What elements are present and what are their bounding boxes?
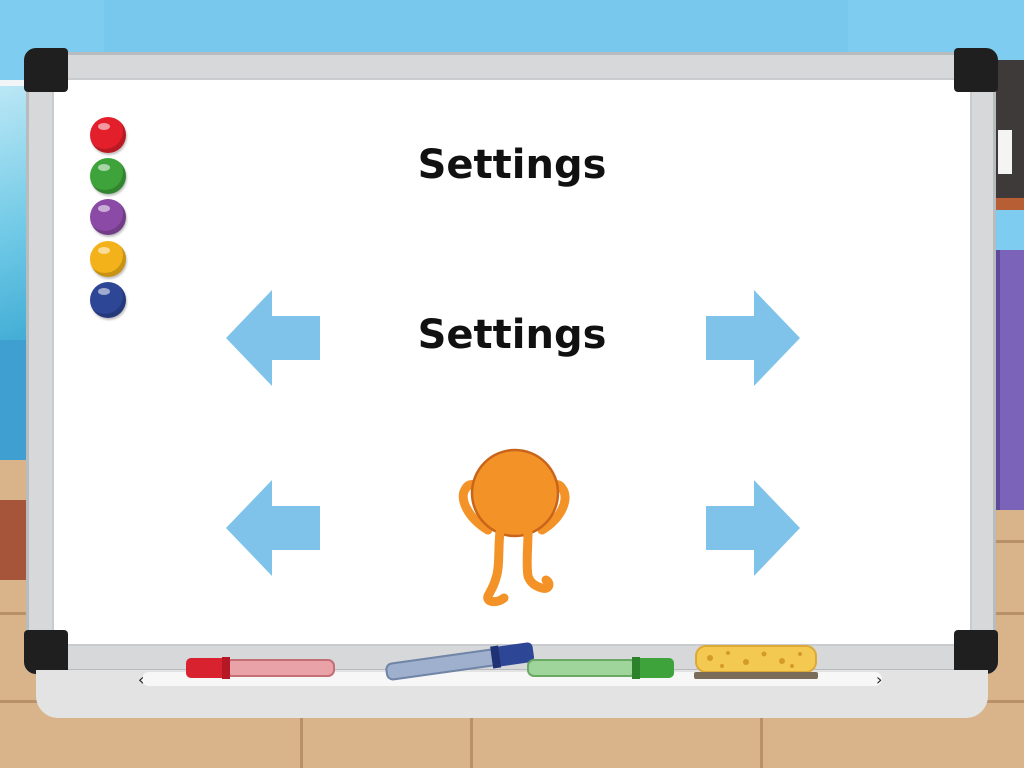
tray-right-end: ›: [876, 670, 883, 689]
right-arrow-icon[interactable]: [704, 480, 800, 576]
left-arrow-icon[interactable]: [226, 290, 322, 386]
frame-corner: [24, 48, 68, 92]
wall-stripe: [104, 0, 848, 60]
setting-label: Settings: [417, 312, 607, 358]
red-marker: [186, 657, 335, 679]
green-marker: [527, 657, 674, 679]
yellow-magnet-button[interactable]: [90, 241, 126, 277]
blue-magnet-button[interactable]: [90, 282, 126, 318]
purple-cabinet: [996, 250, 1024, 510]
purple-magnet-button[interactable]: [90, 199, 126, 235]
paper-note: [998, 130, 1012, 174]
left-arrow-icon[interactable]: [226, 480, 322, 576]
shelf: [996, 198, 1024, 210]
green-magnet-button[interactable]: [90, 158, 126, 194]
page-title: Settings: [417, 142, 607, 188]
frame-corner: [954, 630, 998, 674]
red-magnet-button[interactable]: [90, 117, 126, 153]
right-arrow-icon[interactable]: [704, 290, 800, 386]
frame-corner: [954, 48, 998, 92]
tray-left-end: ‹: [138, 670, 145, 689]
orange-character-icon: [458, 448, 570, 607]
blue-marker: [385, 642, 535, 681]
frame-corner: [24, 630, 68, 674]
eraser-sponge: [694, 645, 818, 679]
